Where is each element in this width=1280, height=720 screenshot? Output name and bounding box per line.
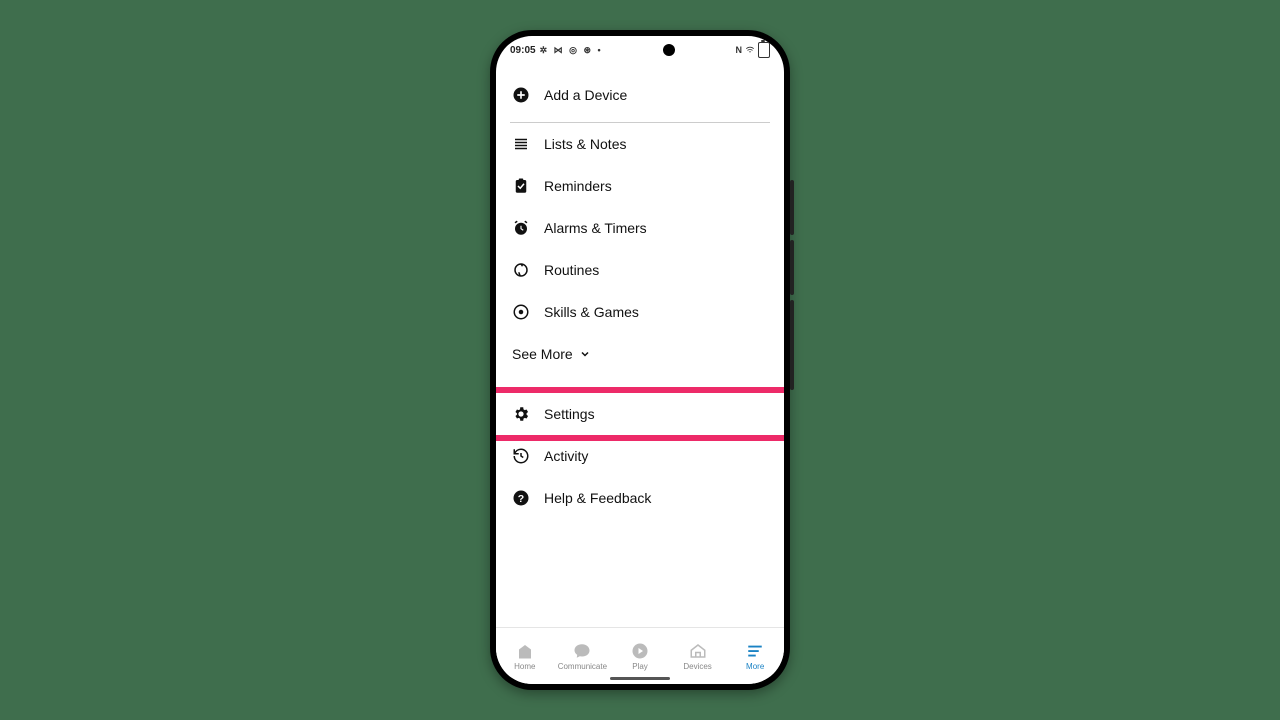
menu-item-label: Routines (544, 262, 599, 278)
bottom-nav: Home Communicate Play Devices More (496, 627, 784, 684)
menu-item-add-device[interactable]: Add a Device (496, 64, 784, 122)
clipboard-check-icon (512, 177, 530, 195)
phone-frame: 09:05 ✲ ⋈ ◎ ⊛ • N Add a Device (490, 30, 790, 690)
status-icons-left: ✲ ⋈ ◎ ⊛ • (540, 45, 603, 56)
chevron-down-icon (579, 348, 591, 360)
power-button (790, 300, 794, 390)
menu-item-label: Add a Device (544, 87, 627, 103)
chat-icon (573, 642, 591, 660)
android-nav-handle (610, 677, 670, 680)
status-network: N (736, 45, 743, 55)
menu-item-label: Activity (544, 448, 588, 464)
menu-item-help-feedback[interactable]: ? Help & Feedback (496, 477, 784, 519)
skills-icon (512, 303, 530, 321)
nav-tab-devices[interactable]: Devices (669, 628, 727, 684)
nav-tab-communicate[interactable]: Communicate (554, 628, 612, 684)
battery-icon (758, 42, 770, 58)
menu-item-activity[interactable]: Activity (496, 435, 784, 477)
list-icon (512, 135, 530, 153)
home-icon (516, 642, 534, 660)
more-menu: Add a Device Lists & Notes Reminders (496, 64, 784, 628)
menu-item-alarms-timers[interactable]: Alarms & Timers (496, 207, 784, 249)
nav-label: More (746, 662, 764, 671)
see-more-toggle[interactable]: See More (496, 333, 784, 375)
phone-screen: 09:05 ✲ ⋈ ◎ ⊛ • N Add a Device (496, 36, 784, 684)
menu-item-label: Help & Feedback (544, 490, 651, 506)
nav-label: Devices (683, 662, 711, 671)
nav-tab-play[interactable]: Play (611, 628, 669, 684)
routines-icon (512, 261, 530, 279)
devices-icon (689, 642, 707, 660)
annotation-highlight (496, 387, 784, 441)
menu-item-routines[interactable]: Routines (496, 249, 784, 291)
menu-item-skills-games[interactable]: Skills & Games (496, 291, 784, 333)
plus-circle-icon (512, 86, 530, 104)
wifi-icon (745, 45, 755, 55)
history-icon (512, 447, 530, 465)
volume-down-button (790, 240, 794, 295)
nav-label: Home (514, 662, 535, 671)
status-time: 09:05 (510, 45, 536, 56)
nav-label: Communicate (558, 662, 607, 671)
svg-text:?: ? (518, 493, 524, 505)
play-icon (631, 642, 649, 660)
status-icons-right: N (736, 42, 771, 58)
menu-item-lists-notes[interactable]: Lists & Notes (496, 123, 784, 165)
see-more-label: See More (512, 346, 573, 362)
alarm-clock-icon (512, 219, 530, 237)
help-icon: ? (512, 489, 530, 507)
nav-label: Play (632, 662, 648, 671)
nav-tab-home[interactable]: Home (496, 628, 554, 684)
menu-item-reminders[interactable]: Reminders (496, 165, 784, 207)
menu-item-label: Skills & Games (544, 304, 639, 320)
menu-item-label: Alarms & Timers (544, 220, 647, 236)
more-icon (746, 642, 764, 660)
status-bar: 09:05 ✲ ⋈ ◎ ⊛ • N (496, 36, 784, 64)
volume-up-button (790, 180, 794, 235)
nav-tab-more[interactable]: More (726, 628, 784, 684)
camera-hole (663, 44, 675, 56)
menu-item-label: Reminders (544, 178, 612, 194)
menu-item-label: Lists & Notes (544, 136, 626, 152)
